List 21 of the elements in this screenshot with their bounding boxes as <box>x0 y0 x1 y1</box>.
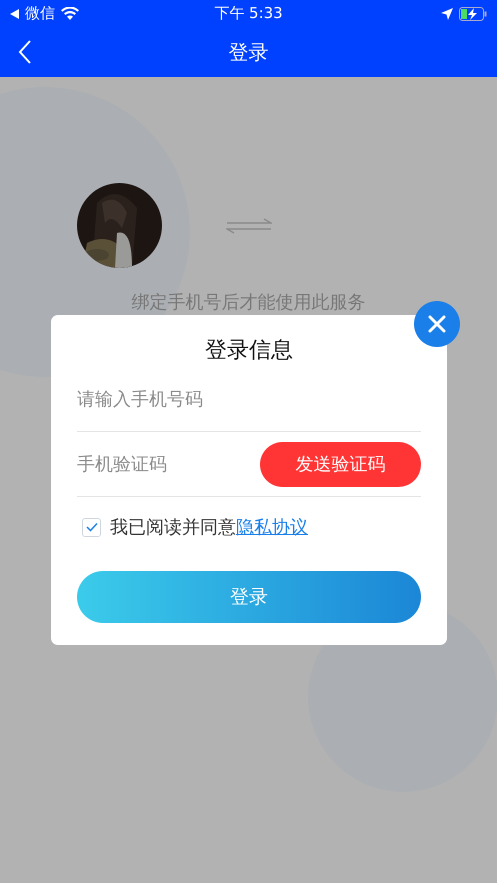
wifi-icon <box>61 7 79 20</box>
bind-notice: 绑定手机号后才能使用此服务 <box>130 291 366 314</box>
code-input-field[interactable]: 手机验证码 <box>77 454 247 474</box>
back-triangle-icon[interactable] <box>10 8 19 18</box>
location-arrow-icon <box>441 8 453 20</box>
back-icon[interactable] <box>18 40 32 64</box>
agreement-checkbox[interactable] <box>82 518 101 536</box>
close-icon <box>428 315 446 333</box>
close-button[interactable] <box>414 301 460 347</box>
check-icon <box>86 522 98 532</box>
dialog-title: 登录信息 <box>204 337 294 365</box>
page-title: 登录 <box>228 38 268 66</box>
status-time: 下午 5:33 <box>214 4 283 23</box>
login-button[interactable]: 登录 <box>77 571 421 623</box>
phone-input-field[interactable]: 请输入手机号码 <box>77 388 421 410</box>
send-code-button[interactable]: 发送验证码 <box>260 442 421 486</box>
swap-arrows-icon <box>226 218 272 234</box>
battery-charging-icon <box>459 6 487 20</box>
agreement-text: 我已阅读并同意隐私协议 <box>110 516 308 539</box>
back-app-label[interactable]: 微信 <box>25 4 55 23</box>
privacy-link[interactable]: 隐私协议 <box>236 517 308 538</box>
